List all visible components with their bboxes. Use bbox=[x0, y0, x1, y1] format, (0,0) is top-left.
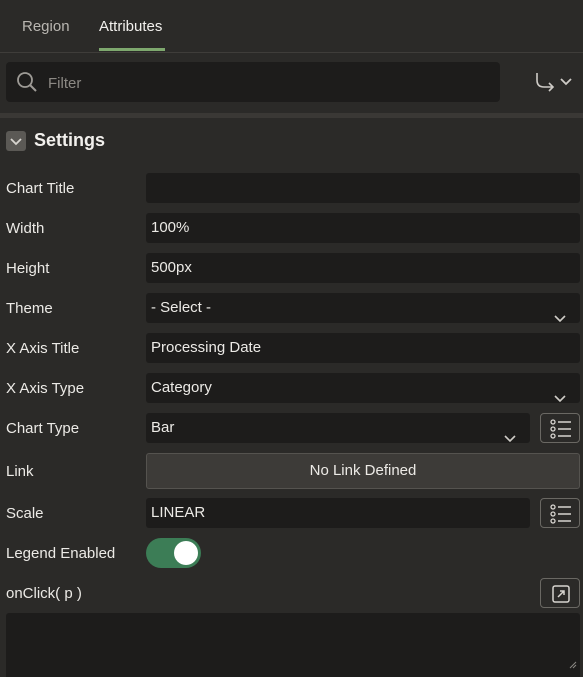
link-label: Link bbox=[6, 463, 34, 480]
width-label: Width bbox=[6, 220, 45, 237]
list-icon bbox=[550, 419, 571, 439]
active-tab-indicator bbox=[99, 48, 165, 51]
scale-input[interactable]: LINEAR bbox=[146, 498, 530, 528]
x-axis-title-input[interactable]: Processing Date bbox=[146, 333, 580, 363]
list-icon bbox=[550, 504, 571, 524]
resize-grip-icon[interactable] bbox=[569, 656, 577, 674]
divider bbox=[0, 113, 583, 118]
expand-icon bbox=[552, 585, 570, 603]
onclick-label: onClick( p ) bbox=[6, 585, 82, 602]
filter-box bbox=[6, 62, 500, 102]
scale-list-button[interactable] bbox=[540, 498, 580, 528]
chevron-down-icon bbox=[554, 384, 566, 414]
onclick-code-editor[interactable] bbox=[6, 613, 580, 677]
chevron-down-icon bbox=[554, 304, 566, 334]
tab-bar: Region Attributes bbox=[0, 0, 583, 53]
chevron-down-icon bbox=[504, 424, 516, 454]
goto-group-icon[interactable] bbox=[533, 72, 575, 97]
theme-value: - Select - bbox=[151, 299, 212, 316]
legend-enabled-label: Legend Enabled bbox=[6, 545, 116, 562]
filter-input[interactable] bbox=[46, 70, 490, 96]
section-title: Settings bbox=[34, 130, 106, 150]
chart-type-label: Chart Type bbox=[6, 420, 80, 437]
width-input[interactable]: 100% bbox=[146, 213, 580, 243]
x-axis-type-value: Category bbox=[151, 379, 212, 396]
height-input[interactable]: 500px bbox=[146, 253, 580, 283]
toggle-knob bbox=[174, 541, 198, 565]
chart-title-input[interactable] bbox=[146, 173, 580, 203]
tab-attributes[interactable]: Attributes bbox=[99, 18, 162, 35]
x-axis-title-label: X Axis Title bbox=[6, 340, 80, 357]
chart-type-value: Bar bbox=[151, 419, 175, 436]
search-icon bbox=[16, 71, 38, 98]
theme-label: Theme bbox=[6, 300, 53, 317]
tab-region[interactable]: Region bbox=[22, 18, 70, 35]
theme-select[interactable]: - Select - bbox=[146, 293, 580, 323]
height-label: Height bbox=[6, 260, 50, 277]
chevron-down-icon[interactable] bbox=[6, 131, 26, 151]
chart-type-list-button[interactable] bbox=[540, 413, 580, 443]
expand-editor-button[interactable] bbox=[540, 578, 580, 608]
chart-title-label: Chart Title bbox=[6, 180, 75, 197]
link-button[interactable]: No Link Defined bbox=[146, 453, 580, 489]
chart-type-select[interactable]: Bar bbox=[146, 413, 530, 443]
scale-label: Scale bbox=[6, 505, 44, 522]
x-axis-type-select[interactable]: Category bbox=[146, 373, 580, 403]
legend-enabled-toggle[interactable] bbox=[146, 538, 201, 568]
x-axis-type-label: X Axis Type bbox=[6, 380, 85, 397]
